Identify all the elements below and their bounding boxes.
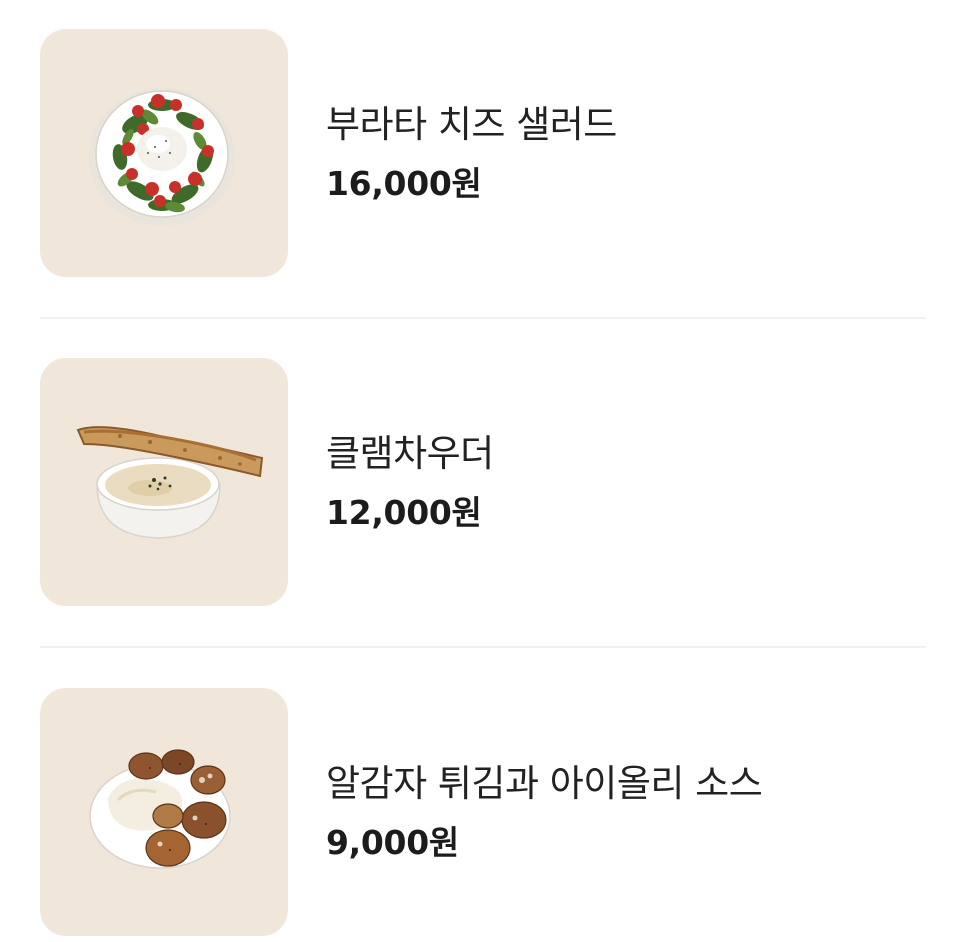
fried-potato-image xyxy=(40,688,288,936)
menu-item-name: 클램차우더 xyxy=(326,431,494,475)
potato-plate-icon xyxy=(89,749,231,869)
menu-item-burrata-salad[interactable]: 부라타 치즈 샐러드 16,000원 xyxy=(40,29,926,277)
menu-item-price: 12,000원 xyxy=(326,492,482,532)
menu-list: 부라타 치즈 샐러드 16,000원 클램차우더 12,000원 알감자 튀김과… xyxy=(0,0,966,942)
divider xyxy=(40,317,926,319)
burrata-salad-image xyxy=(40,29,288,277)
clam-chowder-image xyxy=(40,358,288,606)
menu-item-price: 9,000원 xyxy=(326,822,459,862)
salad-bowl-icon xyxy=(89,88,235,226)
menu-item-name: 알감자 튀김과 아이올리 소스 xyxy=(326,761,763,805)
menu-item-name: 부라타 치즈 샐러드 xyxy=(326,102,617,146)
menu-item-price: 16,000원 xyxy=(326,163,482,203)
chowder-bowl-icon xyxy=(76,426,264,539)
menu-item-fried-potato[interactable]: 알감자 튀김과 아이올리 소스 9,000원 xyxy=(40,688,926,936)
divider xyxy=(40,646,926,648)
menu-item-clam-chowder[interactable]: 클램차우더 12,000원 xyxy=(40,358,926,606)
